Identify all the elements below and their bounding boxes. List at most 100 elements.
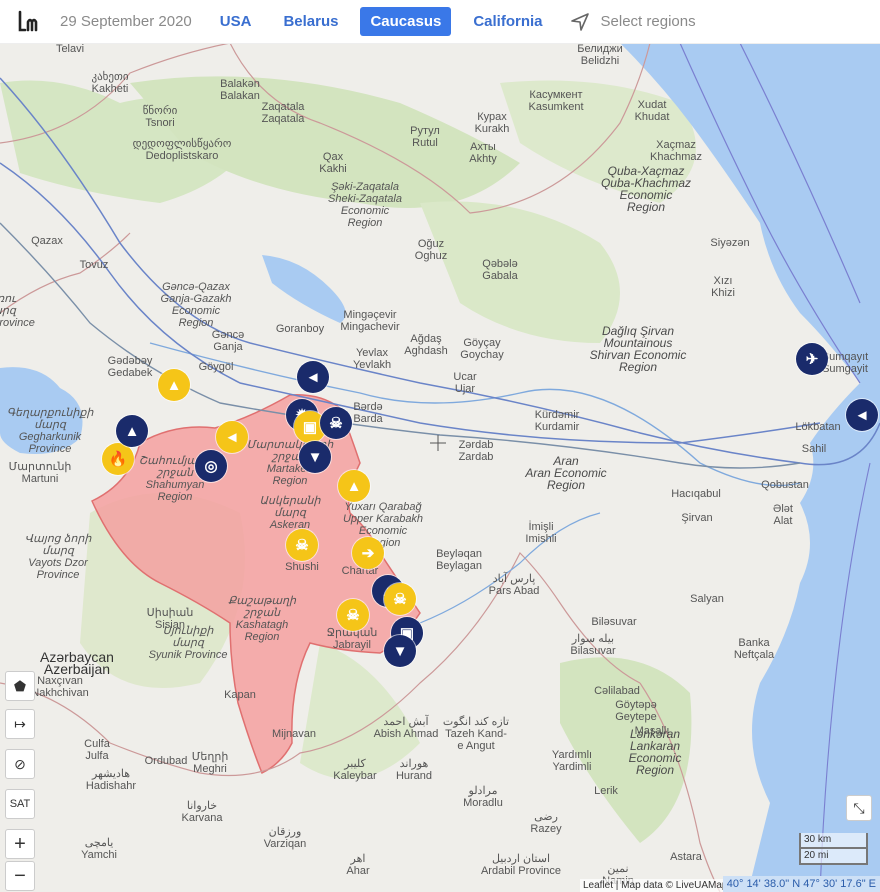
measure-button[interactable]: ↦ [5, 709, 35, 739]
skull-icon[interactable]: ☠ [320, 407, 352, 439]
map-label-rutul: Рутул Rutul [410, 125, 440, 149]
bomb-icon[interactable]: ▼ [384, 635, 416, 667]
map-attribution[interactable]: Leaflet | Map data © LiveUAMap OpenStree… [580, 879, 726, 892]
map-label-kurakh: Курах Kurakh [474, 111, 510, 135]
skull-icon[interactable]: ☠ [286, 529, 318, 561]
map-label-martuni: Մարտունի Martuni [8, 461, 72, 485]
skull-icon[interactable]: ☠ [337, 599, 369, 631]
cursor-coordinates: 40° 14' 38.0" N 47° 30' 17.6" E [722, 876, 880, 892]
arrow-icon[interactable]: ➔ [352, 537, 384, 569]
scale-km: 30 km [799, 833, 868, 849]
map-label-bilasuvar2: Biləsuvar [591, 616, 637, 628]
map-label-sahil: Sahil [801, 443, 827, 455]
measure-icon: ↦ [14, 715, 26, 732]
polygon-icon: ⬟ [13, 677, 27, 694]
livemap-logo-icon[interactable] [16, 8, 44, 36]
map-base [0, 43, 880, 892]
map-label-calilabad: Cəlilabad [594, 685, 640, 697]
missile-icon[interactable]: ▲ [116, 415, 148, 447]
map-label-khachmaz: Xaçmaz Khachmaz [650, 139, 702, 163]
tank-icon[interactable]: ▲ [158, 369, 190, 401]
map-label-kakheti: კახეთი Kakheti [91, 71, 129, 95]
map-label-sheki-region: Şəki-Zaqatala Sheki-Zaqatala Economic Re… [328, 181, 402, 229]
map-label-oguz: Oğuz Oghuz [414, 238, 448, 262]
zoom-in-button[interactable]: + [5, 829, 35, 859]
eye-slash-icon: ⊘ [14, 755, 26, 772]
map-label-akhty: Ахты Akhty [469, 141, 497, 165]
map-label-kaleybar: کلیبر Kaleybar [333, 758, 377, 782]
tab-belarus[interactable]: Belarus [273, 7, 348, 36]
map-label-mingachevir: Mingəçevir Mingachevir [340, 309, 400, 333]
map-label-qobustan: Qobustan [761, 479, 809, 491]
forest-area [420, 201, 620, 343]
map-label-kapan: Kapan [224, 689, 256, 701]
tab-caucasus[interactable]: Caucasus [360, 7, 452, 36]
map-label-azerbaijan: Azərbaycan Azerbaijan [40, 649, 114, 677]
skull-icon[interactable]: ☠ [384, 583, 416, 615]
satellite-icon[interactable]: ◎ [195, 450, 227, 482]
map-label-lokbatan: Lökbatan [795, 421, 841, 433]
map-label-khudat: Xudat Khudat [634, 99, 670, 123]
map-label-telavi: Telavi [55, 43, 85, 55]
map-label-ordubad: Ordubad [144, 755, 188, 767]
map-label-shirvan-region: Dağlıq Şirvan Mountainous Shirvan Econom… [589, 324, 687, 374]
map-label-tovuz: Tovuz [79, 259, 109, 271]
current-date[interactable]: 29 September 2020 [60, 13, 192, 30]
draw-polygon-button[interactable]: ⬟ [5, 671, 35, 701]
map-label-kashatagh: Քաշաթաղի շրջան Kashatagh Region [227, 595, 297, 643]
satellite-label: SAT [9, 798, 31, 810]
map-label-sumgait: Sumqayıt Sumgayit [821, 351, 869, 375]
map-label-zardab: Zərdab Zardab [458, 439, 494, 463]
map-label-khizi: Xızı Khizi [711, 275, 735, 299]
hide-layer-button[interactable]: ⊘ [5, 749, 35, 779]
map-label-qabala: Qəbələ Gabala [482, 258, 518, 282]
map-label-haciqabul: Hacıqabul [671, 488, 721, 500]
map-label-hurand: هوراند Hurand [395, 758, 433, 782]
select-regions-label: Select regions [600, 13, 696, 30]
map-label-salyan: Salyan [690, 593, 724, 605]
megaphone-icon[interactable]: ◄ [216, 421, 248, 453]
satellite-toggle[interactable]: SAT [5, 789, 35, 819]
missile-icon[interactable]: ▲ [338, 470, 370, 502]
airplane-icon[interactable]: ✈ [796, 343, 828, 375]
map-label-moradlu: مرادلو Moradlu [463, 785, 503, 809]
map-label-abish-ahmad: آبش احمد Abish Ahmad [373, 716, 439, 740]
map-label-dedoplistskaro: დედოფლისწყარო Dedoplistskaro [132, 138, 232, 162]
fullscreen-icon: ⤡ [853, 799, 865, 816]
minus-icon: − [14, 864, 26, 887]
map-label-gadabay: Gədəbəy Gedabek [107, 355, 153, 379]
zoom-out-button[interactable]: − [5, 861, 35, 891]
fire-icon[interactable]: 🔥 [102, 443, 134, 475]
map-canvas[interactable]: Telavi კახეთი Kakheti წნორი Tsnori დედოფლის… [0, 43, 880, 892]
map-label-zaqatala: Zaqatala Zaqatala [261, 101, 305, 125]
tab-california[interactable]: California [463, 7, 552, 36]
map-label-lusht-province: Լոռու մարզ Lush Province [0, 293, 35, 329]
select-regions-button[interactable]: Select regions [569, 11, 696, 33]
map-label-kurdamir: Kürdəmir Kurdamir [534, 409, 580, 433]
map-label-julfa: Culfa Julfa [84, 738, 110, 762]
map-label-meghri: Մեղրի Meghri [191, 751, 229, 775]
map-label-vayots: Վայոց ձորի մարզ Vayots Dzor Province [24, 533, 92, 581]
mingachevir-reservoir [262, 255, 346, 323]
map-label-goranboy: Goranboy [275, 323, 325, 335]
map-label-yamchi: یامچی Yamchi [81, 837, 117, 861]
map-label-aran-region: Aran Aran Economic Region [525, 454, 607, 492]
map-label-barda: Bərdə Barda [353, 401, 383, 425]
fullscreen-button[interactable]: ⤡ [846, 795, 872, 821]
megaphone-icon[interactable]: ◄ [846, 399, 878, 431]
map-label-razey: رضی Razey [530, 811, 562, 835]
megaphone-icon[interactable]: ◄ [297, 361, 329, 393]
bomb-icon[interactable]: ▼ [299, 441, 331, 473]
tab-usa[interactable]: USA [210, 7, 262, 36]
map-label-karvana: خاروانا Karvana [181, 800, 223, 824]
navigation-arrow-icon [570, 12, 589, 31]
map-label-balakan: Balakən Balakan [220, 78, 260, 102]
map-label-kasumkent: Касумкент Kasumkent [528, 89, 584, 113]
map-label-tazeh-kand: تازه کند انگوت Tazeh Kand- e Angut [442, 716, 510, 752]
map-label-astara: Astara [670, 851, 702, 863]
map-label-gegharkunik: Գեղարքունիքի մարզ Gegharkunik Province [6, 407, 94, 455]
map-label-ardabil: استان اردبیل Ardabil Province [480, 853, 562, 877]
map-label-goychay: Göyçay Goychay [460, 337, 504, 361]
map-label-ahar: اهر Ahar [346, 853, 370, 877]
map-label-ganja: Gəncə Ganja [211, 329, 245, 353]
